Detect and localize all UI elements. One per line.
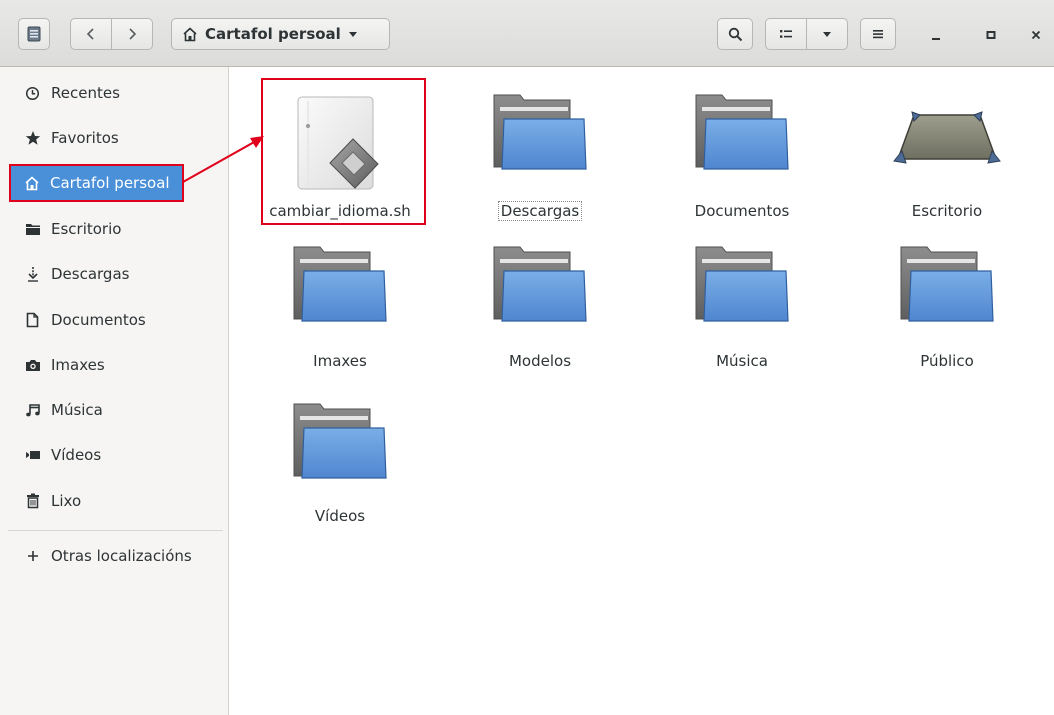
sidebar-item-musica[interactable]: Música <box>12 393 222 427</box>
close-icon <box>1031 30 1041 40</box>
sidebar-item-escritorio[interactable]: Escritorio <box>12 212 222 246</box>
view-mode-group <box>765 18 848 50</box>
view-options-button[interactable] <box>807 19 847 49</box>
sidebar-item-label: Escritorio <box>51 220 122 238</box>
folder-icon <box>493 246 587 322</box>
sidebar-item-label: Otras localizacións <box>51 547 192 565</box>
chevron-left-icon <box>86 28 94 40</box>
star-icon <box>24 130 41 147</box>
search-icon <box>728 27 742 41</box>
sidebar-separator <box>8 530 223 531</box>
home-icon <box>23 175 40 192</box>
folder-icon <box>293 403 387 479</box>
minimize-icon <box>932 38 940 40</box>
trash-icon <box>24 493 41 510</box>
sidebar-item-lixo[interactable]: Lixo <box>12 484 222 518</box>
document-icon <box>24 312 41 329</box>
sidebar-item-imaxes[interactable]: Imaxes <box>12 348 222 382</box>
chevron-right-icon <box>129 28 137 40</box>
search-button[interactable] <box>717 18 753 50</box>
sidebar-item-label: Documentos <box>51 311 146 329</box>
maximize-button[interactable] <box>978 22 1004 48</box>
sidebar-item-recentes[interactable]: Recentes <box>12 76 222 110</box>
header-bar: Cartafol persoal <box>0 0 1054 67</box>
folder-item-escritorio[interactable]: Escritorio <box>852 79 1042 229</box>
hamburger-icon <box>873 30 883 39</box>
sidebar-item-label: Descargas <box>51 265 130 283</box>
sidebar-item-documentos[interactable]: Documentos <box>12 303 222 337</box>
home-icon <box>183 26 197 41</box>
folder-item-modelos[interactable]: Modelos <box>445 240 635 390</box>
sidebar-item-favoritos[interactable]: Favoritos <box>12 121 222 155</box>
folder-item-publico[interactable]: Público <box>852 240 1042 390</box>
folder-icon <box>24 221 41 238</box>
video-icon <box>24 447 41 464</box>
chevron-down-icon <box>822 32 831 37</box>
navigation-group <box>70 18 153 50</box>
sidebar-item-label: Recentes <box>51 84 120 102</box>
sidebar-item-label: Vídeos <box>51 446 102 464</box>
folder-icon <box>695 246 789 322</box>
folder-item-imaxes[interactable]: Imaxes <box>245 240 435 390</box>
folder-item-documentos[interactable]: Documentos <box>647 79 837 229</box>
sidebar-item-home[interactable]: Cartafol persoal <box>9 164 184 202</box>
folder-icon <box>900 246 994 322</box>
folder-icon <box>293 246 387 322</box>
file-name: Modelos <box>508 352 572 370</box>
file-name: Vídeos <box>314 507 366 525</box>
forward-button[interactable] <box>112 19 152 49</box>
close-button[interactable] <box>1023 22 1049 48</box>
sidebar-item-descargas[interactable]: Descargas <box>12 257 222 291</box>
annotation-highlight-box <box>261 78 426 225</box>
desktop-icon <box>893 111 1001 164</box>
file-name: Música <box>716 352 768 370</box>
places-sidebar: Recentes Favoritos Cartafol persoal Escr… <box>0 67 229 715</box>
list-view-button[interactable] <box>766 19 806 49</box>
folder-item-descargas[interactable]: Descargas <box>445 79 635 229</box>
folder-icon <box>695 94 789 170</box>
music-icon <box>24 402 41 419</box>
sidebar-item-label: Música <box>51 401 103 419</box>
sidebar-toggle-button[interactable] <box>18 18 50 50</box>
download-icon <box>24 266 41 283</box>
sidebar-item-other-locations[interactable]: Otras localizacións <box>12 539 222 573</box>
minimize-button[interactable] <box>923 22 949 48</box>
folder-item-videos[interactable]: Vídeos <box>245 397 435 547</box>
file-name: Descargas <box>497 201 583 221</box>
path-label: Cartafol persoal <box>205 25 341 43</box>
plus-icon <box>24 548 41 565</box>
file-name: Público <box>920 352 974 370</box>
maximize-icon <box>986 31 996 39</box>
file-name: Documentos <box>694 202 790 220</box>
dropdown-arrow-icon <box>348 32 357 37</box>
path-bar-button[interactable]: Cartafol persoal <box>171 18 390 50</box>
sidebar-item-videos[interactable]: Vídeos <box>12 438 222 472</box>
folder-item-musica[interactable]: Música <box>647 240 837 390</box>
file-name: Escritorio <box>911 202 983 220</box>
menu-button[interactable] <box>860 18 896 50</box>
sidebar-icon <box>27 26 41 42</box>
list-view-icon <box>780 30 792 38</box>
folder-icon <box>493 94 587 170</box>
sidebar-item-label: Lixo <box>51 492 82 510</box>
sidebar-item-label: Imaxes <box>51 356 105 374</box>
sidebar-item-label: Favoritos <box>51 129 119 147</box>
file-name: Imaxes <box>313 352 367 370</box>
sidebar-item-label: Cartafol persoal <box>50 174 170 192</box>
camera-icon <box>24 357 41 374</box>
back-button[interactable] <box>71 19 111 49</box>
clock-icon <box>24 85 41 102</box>
